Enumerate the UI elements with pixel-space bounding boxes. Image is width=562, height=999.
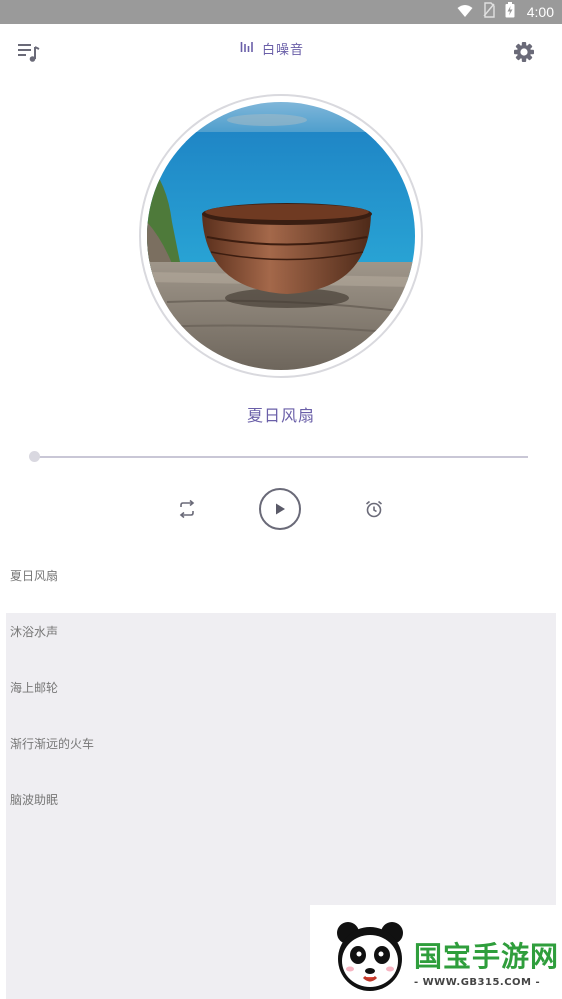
gear-icon (514, 42, 534, 62)
track-item[interactable]: 沐浴水声 (0, 604, 562, 660)
app-title: 白噪音 (262, 42, 305, 58)
watermark-title: 国宝手游网 (414, 941, 560, 972)
track-item[interactable]: 脑波助眠 (0, 772, 562, 828)
track-list: 夏日风扇 沐浴水声 海上邮轮 渐行渐远的火车 脑波助眠 (0, 548, 562, 828)
settings-button[interactable] (510, 38, 538, 66)
track-item[interactable]: 夏日风扇 (0, 548, 562, 604)
panda-logo-icon (330, 915, 410, 999)
no-sim-icon (483, 2, 495, 22)
repeat-button[interactable] (174, 496, 200, 522)
soundwave-icon (240, 39, 254, 58)
now-playing-title: 夏日风扇 (246, 406, 315, 425)
alarm-clock-icon (365, 500, 383, 518)
timer-button[interactable] (361, 496, 387, 522)
playlist-button[interactable] (14, 38, 42, 66)
wifi-icon (457, 3, 473, 22)
track-item[interactable]: 渐行渐远的火车 (0, 716, 562, 772)
progress-thumb[interactable] (29, 451, 40, 462)
status-icons: 4:00 (457, 2, 554, 22)
playlist-icon (18, 44, 40, 62)
battery-charging-icon (505, 2, 515, 22)
track-item[interactable]: 海上邮轮 (0, 660, 562, 716)
album-artwork (147, 102, 415, 370)
status-time: 4:00 (526, 4, 554, 20)
watermark-text: 国宝手游网 - WWW.GB315.COM - (414, 935, 559, 988)
watermark-subtitle: - WWW.GB315.COM - (414, 977, 541, 988)
app-title-area: 白噪音 (240, 38, 304, 58)
progress-track[interactable] (34, 456, 528, 458)
play-icon (276, 503, 285, 515)
play-button[interactable] (259, 488, 301, 530)
repeat-icon (179, 499, 195, 519)
album-artwork-frame (139, 94, 423, 378)
toolbar: 白噪音 (0, 24, 562, 80)
status-bar: 4:00 (0, 0, 562, 24)
watermark: 国宝手游网 - WWW.GB315.COM - (310, 905, 562, 999)
